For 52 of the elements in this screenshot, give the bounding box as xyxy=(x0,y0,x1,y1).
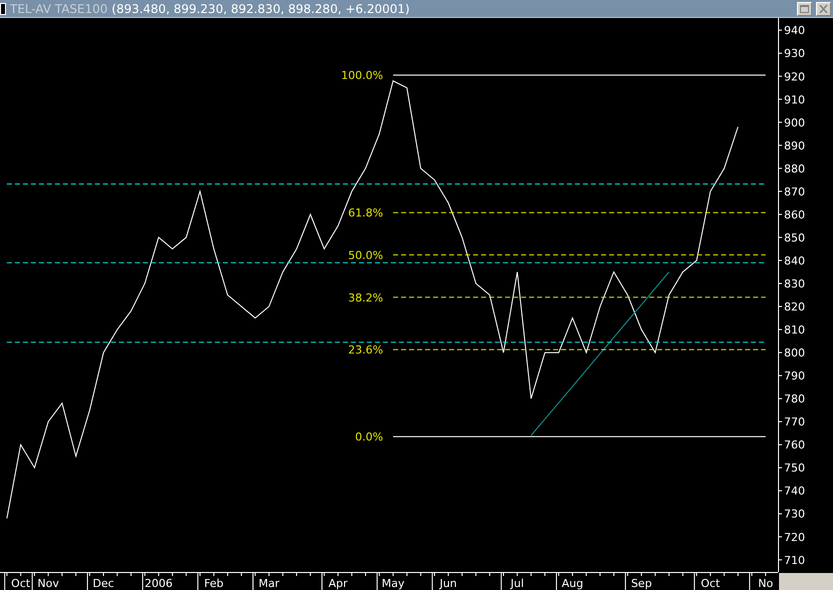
y-tick-label: 940 xyxy=(784,24,805,38)
retracement-label: 38.2% xyxy=(348,291,384,304)
y-tick-label: 810 xyxy=(784,324,805,337)
y-tick-label: 860 xyxy=(784,208,805,222)
y-tick-label: 830 xyxy=(784,277,805,290)
retracement-label: 23.6% xyxy=(348,344,384,357)
x-tick-label: Jun xyxy=(440,577,457,590)
x-tick-label: Dec xyxy=(92,577,114,590)
x-tick-label: Mar xyxy=(258,577,280,590)
x-tick-label: No xyxy=(758,577,774,590)
y-tick-label: 730 xyxy=(784,508,805,521)
y-tick-label: 840 xyxy=(784,254,805,268)
x-tick-label: 2006 xyxy=(144,577,173,590)
y-tick-label: 850 xyxy=(784,231,805,244)
x-tick-label: May xyxy=(382,577,405,590)
x-tick-label: Aug xyxy=(562,577,584,590)
close-icon xyxy=(819,4,828,12)
x-tick-label: Oct xyxy=(700,577,720,590)
window-icon xyxy=(0,2,6,14)
y-tick-label: 930 xyxy=(784,47,805,60)
retracement-label: 50.0% xyxy=(348,248,384,262)
x-tick-label: Oct xyxy=(11,577,30,590)
y-tick-label: 820 xyxy=(784,300,805,314)
retracement-label: 100.0% xyxy=(341,69,384,82)
y-tick-label: 890 xyxy=(784,139,805,152)
y-tick-label: 910 xyxy=(784,93,805,106)
y-tick-label: 920 xyxy=(784,70,805,84)
y-tick-label: 760 xyxy=(784,438,805,452)
y-tick-label: 710 xyxy=(784,554,805,567)
symbol-name: TEL-AV TASE100 xyxy=(10,2,108,16)
y-tick-label: 740 xyxy=(784,484,805,498)
y-tick-label: 770 xyxy=(784,416,805,429)
maximize-icon xyxy=(800,4,809,12)
y-tick-label: 880 xyxy=(784,162,805,176)
y-tick-label: 870 xyxy=(784,185,805,198)
y-tick-label: 780 xyxy=(784,392,805,406)
corner-panel xyxy=(779,573,833,590)
y-tick-label: 720 xyxy=(784,530,805,544)
close-button[interactable] xyxy=(816,2,831,16)
retracement-label: 0.0% xyxy=(355,430,384,444)
y-tick-label: 900 xyxy=(784,116,805,130)
x-tick-label: Nov xyxy=(38,577,60,590)
x-tick-label: Jul xyxy=(510,577,524,590)
y-tick-label: 750 xyxy=(784,462,805,475)
price-quote: (893.480, 899.230, 892.830, 898.280, +6.20001) xyxy=(112,2,410,16)
x-tick-label: Apr xyxy=(328,577,348,590)
maximize-button[interactable] xyxy=(797,2,812,16)
y-tick-label: 800 xyxy=(784,346,805,360)
x-tick-label: Feb xyxy=(204,577,224,590)
retracement-label: 61.8% xyxy=(348,206,384,220)
x-tick-label: Sep xyxy=(631,577,652,590)
y-tick-label: 790 xyxy=(784,370,805,383)
